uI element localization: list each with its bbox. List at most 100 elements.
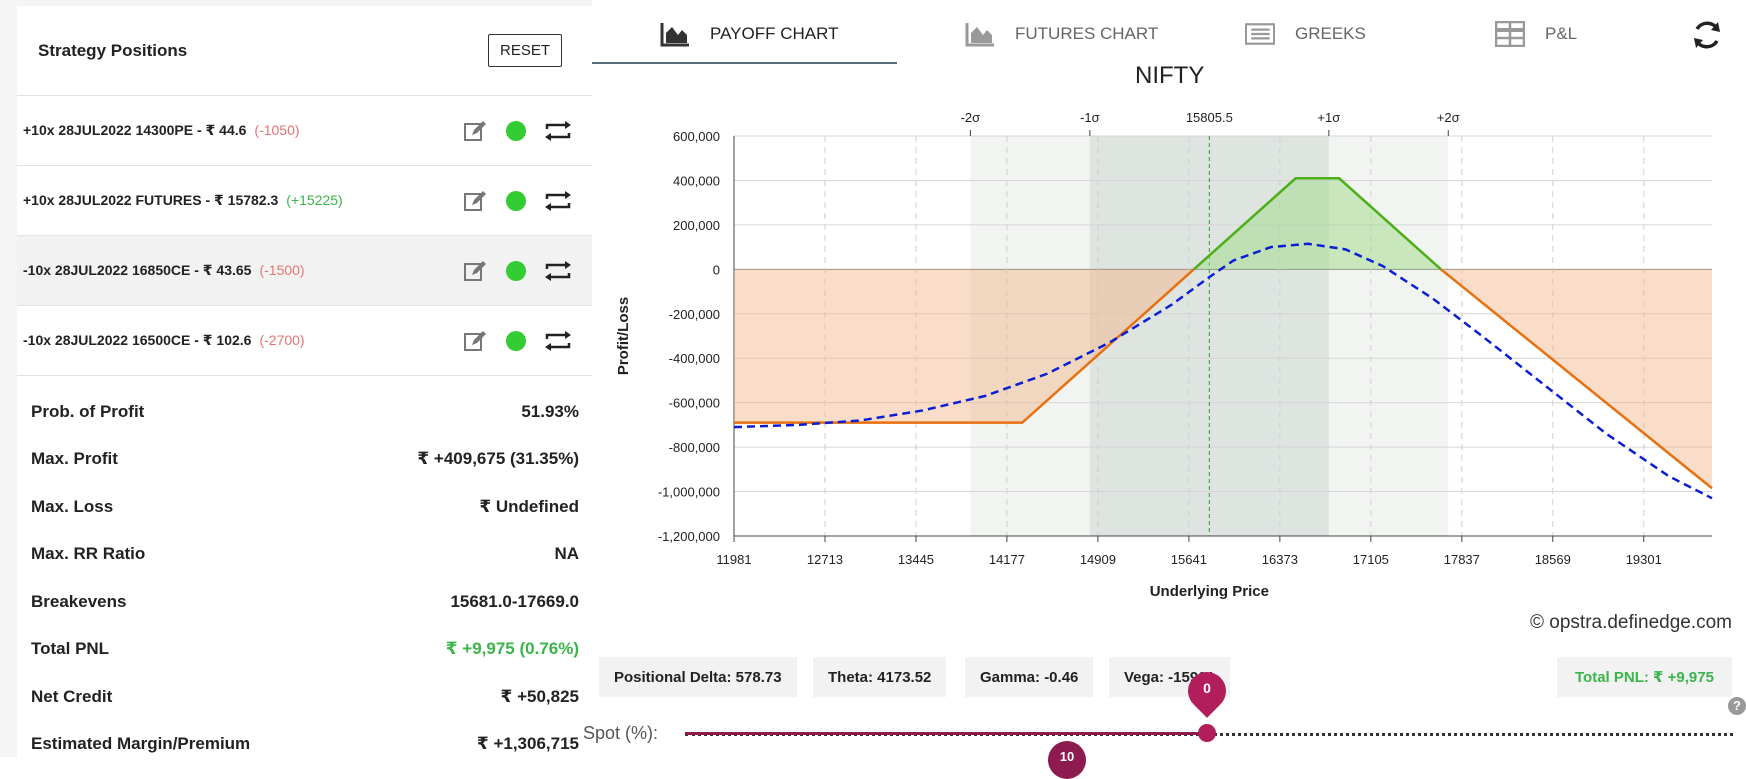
expiry-profit-line — [1193, 177, 1442, 271]
x-tick-label: 15641 — [1171, 552, 1207, 567]
strategy-positions-panel: Strategy Positions RESET +10x 28JUL2022 … — [17, 6, 592, 757]
spot-slider-handle[interactable] — [1198, 724, 1216, 742]
stat-row: Breakevens 15681.0-17669.0 — [17, 578, 592, 626]
position-text: -10x 28JUL2022 16850CE - ₹ 43.65 (-1500) — [23, 262, 305, 278]
two-sigma-band — [970, 136, 1449, 536]
list-icon — [1245, 23, 1275, 45]
profit-area — [1193, 178, 1441, 270]
stat-row: Max. RR Ratio NA — [17, 531, 592, 579]
tab-payoff-chart[interactable]: PAYOFF CHART — [660, 14, 838, 54]
y-tick-label: -1,000,000 — [658, 485, 720, 500]
theta-box: Theta: 4173.52 — [813, 657, 947, 697]
loss-area-left — [734, 269, 1194, 423]
expiry-loss-line-right — [1440, 268, 1713, 490]
y-tick-label: -200,000 — [669, 307, 720, 322]
x-tick-label: 17105 — [1353, 552, 1389, 567]
y-tick-label: 200,000 — [673, 218, 720, 233]
tab-greeks[interactable]: GREEKS — [1245, 14, 1366, 54]
position-row: +10x 28JUL2022 14300PE - ₹ 44.6 (-1050) — [17, 96, 592, 166]
swap-icon[interactable] — [544, 120, 572, 142]
position-pnl: (-2700) — [259, 332, 305, 348]
edit-icon[interactable] — [462, 188, 488, 214]
one-sigma-band — [1089, 136, 1329, 536]
status-dot-icon[interactable] — [506, 120, 526, 141]
strategy-title: Strategy Positions — [38, 40, 188, 60]
x-tick-label: 14909 — [1080, 552, 1116, 567]
stat-row: Total PNL ₹ +9,975 (0.76%) — [17, 626, 592, 674]
gamma-box: Gamma: -0.46 — [965, 657, 1094, 697]
stat-value: ₹ +1,306,715 — [476, 734, 579, 754]
spot-slider-value: 0 — [1203, 680, 1211, 696]
area-chart-icon — [660, 23, 689, 47]
edit-icon[interactable] — [462, 118, 488, 144]
strategy-header: Strategy Positions RESET — [17, 6, 592, 96]
expiry-loss-line-left — [734, 268, 1195, 424]
table-icon — [1495, 21, 1525, 47]
spot-label: Spot (%): — [583, 723, 659, 743]
tab-label: P&L — [1545, 24, 1578, 43]
position-row: -10x 28JUL2022 16500CE - ₹ 102.6 (-2700) — [17, 306, 592, 376]
reset-button[interactable]: RESET — [487, 34, 562, 67]
edit-icon[interactable] — [462, 328, 488, 354]
x-tick-label: 13445 — [898, 552, 934, 567]
stat-row: Net Credit ₹ +50,825 — [17, 673, 592, 721]
swap-icon[interactable] — [544, 190, 572, 212]
stat-value: ₹ +9,975 (0.76%) — [445, 639, 579, 659]
status-dot-icon[interactable] — [506, 260, 526, 281]
stat-label: Total PNL — [31, 639, 110, 659]
spot-slider-fill — [685, 732, 1207, 735]
position-text: +10x 28JUL2022 FUTURES - ₹ 15782.3 (+1522… — [23, 192, 343, 208]
stat-row: Estimated Margin/Premium ₹ +1,306,715 — [17, 721, 592, 769]
copyright-text: © opstra.definedge.com — [1530, 612, 1733, 633]
swap-icon[interactable] — [544, 330, 572, 352]
loss-area-right — [1440, 269, 1712, 489]
stat-label: Prob. of Profit — [31, 401, 145, 421]
area-chart-icon — [965, 23, 994, 47]
edit-icon[interactable] — [462, 258, 488, 284]
y-tick-label: -400,000 — [669, 351, 720, 366]
tab-futures-chart[interactable]: FUTURES CHART — [965, 14, 1158, 54]
x-tick-label: 19301 — [1626, 552, 1662, 567]
y-tick-label: 600,000 — [673, 129, 720, 144]
y-tick-label: -600,000 — [669, 396, 720, 411]
x-tick-label: 16373 — [1262, 552, 1298, 567]
y-tick-label: -800,000 — [669, 440, 720, 455]
position-row: -10x 28JUL2022 16850CE - ₹ 43.65 (-1500) — [17, 236, 592, 306]
stat-label: Max. Profit — [31, 449, 118, 469]
position-row: +10x 28JUL2022 FUTURES - ₹ 15782.3 (+1522… — [17, 166, 592, 236]
refresh-icon[interactable] — [1690, 18, 1724, 52]
status-dot-icon[interactable] — [506, 190, 526, 211]
stat-label: Max. RR Ratio — [31, 544, 146, 564]
stat-row: Max. Loss ₹ Undefined — [17, 483, 592, 531]
strategy-stats: Prob. of Profit 51.93% Max. Profit ₹ +409,6… — [17, 388, 592, 768]
sigma-label: -1σ — [1080, 110, 1100, 125]
help-icon[interactable]: ? — [1728, 697, 1746, 715]
position-pnl: (+15225) — [286, 192, 343, 208]
tab-label: PAYOFF CHART — [710, 24, 839, 43]
sigma-label: +1σ — [1317, 110, 1340, 125]
tab-label: FUTURES CHART — [1015, 24, 1159, 43]
position-text: +10x 28JUL2022 14300PE - ₹ 44.6 (-1050) — [23, 122, 300, 138]
x-tick-label: 11981 — [716, 552, 751, 567]
x-tick-label: 18569 — [1535, 552, 1571, 567]
stat-value: ₹ Undefined — [479, 496, 579, 516]
stat-label: Estimated Margin/Premium — [31, 734, 251, 754]
stat-row: Max. Profit ₹ +409,675 (31.35%) — [17, 436, 592, 484]
chart-tabs: PAYOFF CHART FUTURES CHART GREEKS P&L — [592, 0, 1746, 66]
status-dot-icon[interactable] — [506, 330, 526, 351]
chart-title: NIFTY — [1135, 62, 1205, 89]
stat-row: Prob. of Profit 51.93% — [17, 388, 592, 436]
y-tick-label: -1,200,000 — [658, 529, 720, 544]
position-text: -10x 28JUL2022 16500CE - ₹ 102.6 (-2700) — [23, 332, 305, 348]
active-tab-underline — [592, 62, 897, 64]
stat-label: Net Credit — [31, 686, 113, 706]
y-axis-label: Profit/Loss — [615, 297, 632, 375]
positional-delta-box: Positional Delta: 578.73 — [599, 657, 797, 697]
stat-value: NA — [554, 544, 579, 564]
stat-value: 15681.0-17669.0 — [450, 591, 579, 611]
tab-p-l[interactable]: P&L — [1495, 14, 1577, 54]
total-pnl-box: Total PNL: ₹ +9,975 — [1557, 657, 1732, 697]
sigma-label: -2σ — [961, 110, 981, 125]
swap-icon[interactable] — [544, 260, 572, 282]
y-tick-label: 0 — [713, 262, 720, 277]
